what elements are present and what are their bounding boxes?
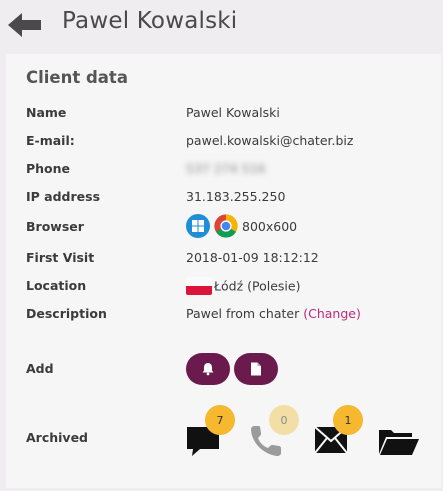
email-value[interactable]: pawel.kowalski@chater.biz (186, 133, 353, 148)
poland-flag-icon (186, 277, 212, 295)
location-value: Łódź (Polesie) (186, 277, 301, 296)
location-label: Location (26, 278, 87, 293)
windows-icon (186, 214, 210, 238)
phone-value: 537 274 516 (186, 161, 266, 176)
first-visit-label: First Visit (26, 250, 95, 265)
file-icon (251, 362, 261, 376)
section-title: Client data (26, 68, 128, 87)
back-arrow-icon[interactable] (8, 12, 42, 38)
client-data-card: Client data Name Pawel Kowalski E-mail: … (6, 54, 441, 488)
description-label: Description (26, 306, 107, 321)
page-title: Pawel Kowalski (62, 8, 238, 34)
header: Pawel Kowalski (0, 0, 443, 52)
archived-label: Archived (26, 430, 89, 445)
browser-label: Browser (26, 219, 84, 234)
screen-resolution: 800x600 (242, 218, 298, 234)
ip-label: IP address (26, 189, 101, 204)
change-description-link[interactable]: (Change) (303, 306, 361, 321)
description-text: Pawel from chater (186, 306, 300, 321)
files-archive-button[interactable] (378, 427, 420, 459)
add-file-button[interactable] (234, 353, 278, 385)
phone-label: Phone (26, 161, 71, 176)
name-value: Pawel Kowalski (186, 105, 280, 120)
email-label: E-mail: (26, 133, 75, 148)
bell-icon (202, 363, 214, 376)
phone-count-badge: 0 (269, 405, 299, 435)
location-text: Łódź (Polesie) (214, 278, 301, 294)
folder-open-icon (379, 430, 419, 455)
browser-value: 800x600 (186, 214, 297, 238)
first-visit-value: 2018-01-09 18:12:12 (186, 250, 319, 265)
add-label: Add (26, 361, 54, 376)
chrome-icon (214, 214, 238, 238)
chat-count-badge: 7 (205, 405, 235, 435)
description-value: Pawel from chater (Change) (186, 306, 361, 321)
email-count-badge: 1 (333, 405, 363, 435)
ip-value: 31.183.255.250 (186, 189, 286, 204)
add-notification-button[interactable] (186, 353, 230, 385)
name-label: Name (26, 105, 67, 120)
